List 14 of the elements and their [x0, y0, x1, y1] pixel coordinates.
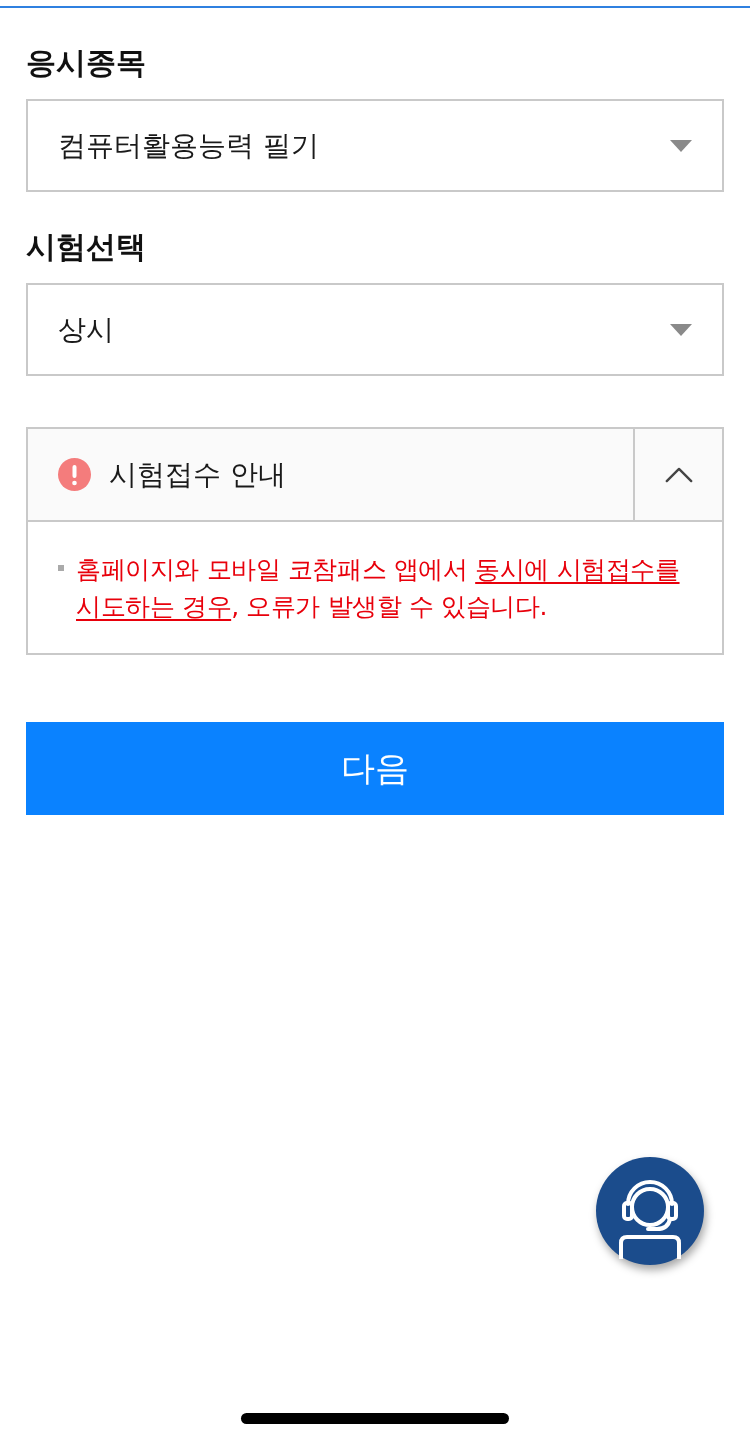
alert-icon [58, 458, 91, 491]
field-label: 응시종목 [26, 45, 147, 81]
notice-title: 시험접수 안내 [109, 456, 286, 493]
next-button[interactable]: 다음 [26, 722, 724, 815]
notice-text: 홈페이지와 모바일 코참패스 앱에서 동시에 시험접수를 시도하는 경우, 오류가 발생할 수 있습니다. [76, 554, 681, 623]
chevron-up-icon [663, 466, 694, 483]
caret-icon [670, 139, 692, 152]
caret-icon [670, 323, 692, 336]
dropdown-select[interactable]: 상시 [26, 283, 724, 376]
dropdown-select[interactable]: 컴퓨터활용능력 필기 [26, 99, 724, 192]
support-chat-button[interactable] [596, 1157, 704, 1265]
headset-person-icon [617, 1177, 683, 1259]
field-label: 시험선택 [26, 229, 147, 265]
bullet-icon [58, 565, 64, 571]
